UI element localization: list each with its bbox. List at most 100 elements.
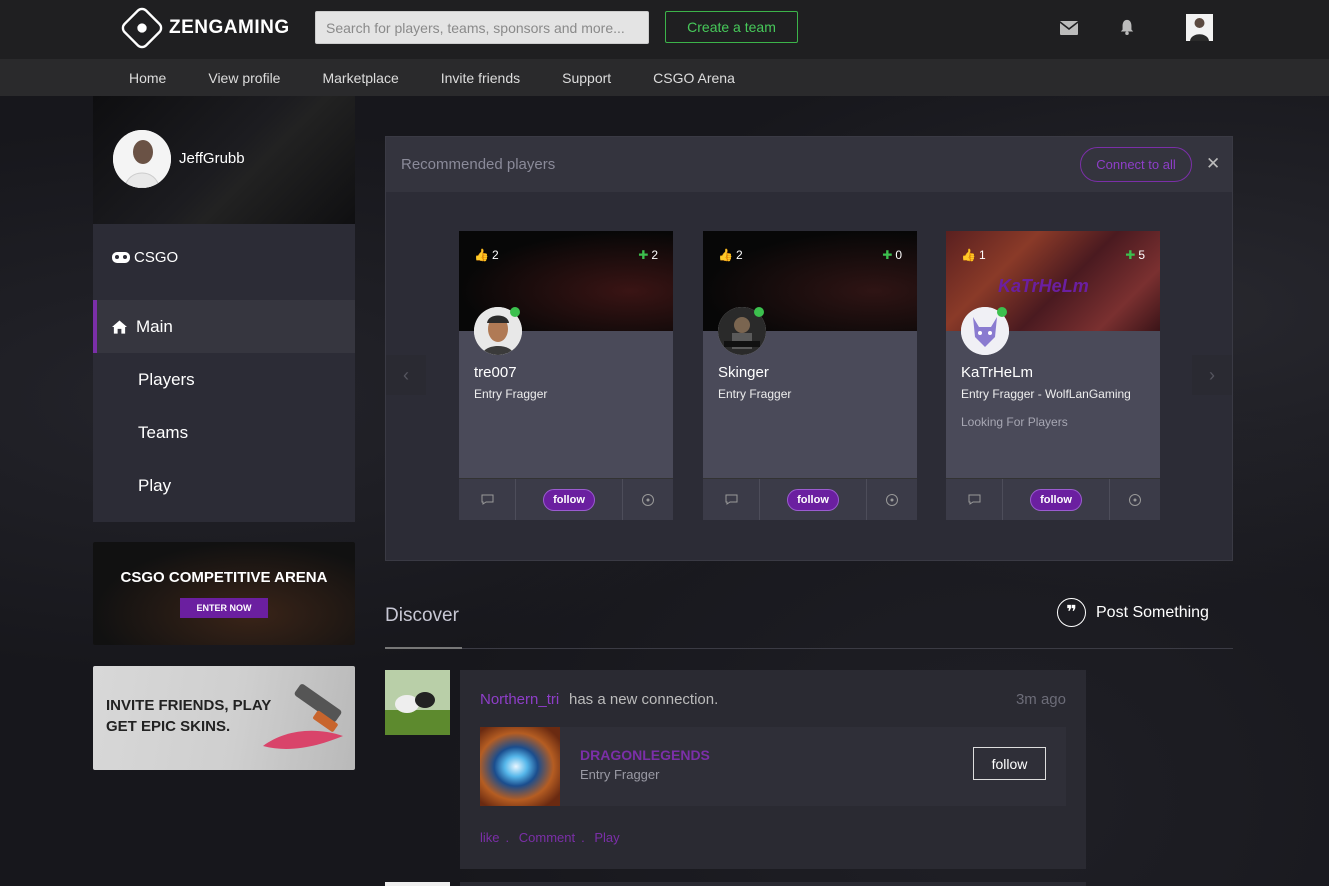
crosshair-icon — [886, 493, 898, 506]
post-something-button[interactable]: ❞ Post Something — [1057, 598, 1209, 627]
crosshair-icon — [642, 493, 654, 506]
knife-skin-image — [263, 684, 343, 749]
feed-username-link[interactable]: Northern_tri — [480, 691, 559, 708]
online-status-dot — [997, 307, 1007, 317]
feed-actions: like. Comment. Play — [480, 830, 620, 845]
player-card[interactable]: 👍 2 ✚ 2 tre007 Entry Fragger follow — [459, 231, 673, 520]
plus-count: ✚ 0 — [882, 248, 902, 262]
top-bar: ZENGAMING Create a team — [0, 0, 1329, 59]
enter-now-button[interactable]: ENTER NOW — [180, 598, 268, 618]
player-name[interactable]: Skinger — [718, 364, 769, 381]
carousel-next-button[interactable]: › — [1192, 355, 1232, 395]
plus-icon: ✚ — [1125, 248, 1136, 262]
feed-timestamp: 3m ago — [1015, 691, 1066, 708]
sidebar-menu: Main Players Teams Play — [93, 290, 355, 522]
game-selector[interactable]: CSGO — [93, 224, 355, 290]
player-role: Entry Fragger — [718, 387, 792, 401]
user-avatar[interactable] — [1186, 14, 1213, 41]
recommended-title: Recommended players — [401, 156, 556, 173]
csgo-arena-banner[interactable]: CSGO COMPETITIVE ARENA ENTER NOW — [93, 542, 355, 645]
follow-button[interactable]: follow — [543, 488, 595, 511]
feed-post: Northern_tri has a new connection. 3m ag… — [460, 670, 1086, 869]
player-actions: follow — [946, 478, 1160, 520]
connection-name-link[interactable]: DRAGONLEGENDS — [580, 747, 710, 763]
create-team-button[interactable]: Create a team — [665, 11, 798, 43]
message-button[interactable] — [946, 479, 1003, 520]
search-input[interactable] — [315, 11, 649, 44]
likes-count: 👍 2 — [718, 248, 743, 262]
player-name[interactable]: KaTrHeLm — [961, 364, 1033, 381]
profile-name[interactable]: JeffGrubb — [179, 150, 245, 167]
recommended-players-panel: Recommended players Connect to all ✕ ‹ ›… — [385, 136, 1233, 561]
player-status: Looking For Players — [961, 415, 1068, 429]
connection-follow-button[interactable]: follow — [973, 747, 1046, 780]
connection-avatar[interactable] — [480, 727, 560, 806]
invite-friends-banner[interactable]: INVITE FRIENDS, PLAY GET EPIC SKINS. — [93, 666, 355, 770]
thumbs-up-icon: 👍 — [961, 248, 976, 262]
chevron-left-icon: ‹ — [403, 364, 409, 385]
message-button[interactable] — [703, 479, 760, 520]
player-name[interactable]: tre007 — [474, 364, 517, 381]
chevron-right-icon: › — [1209, 364, 1215, 385]
nav-invite-friends[interactable]: Invite friends — [420, 70, 541, 86]
sidebar-item-teams[interactable]: Teams — [93, 406, 355, 459]
plus-icon: ✚ — [638, 248, 649, 262]
play-link[interactable]: Play — [594, 830, 619, 845]
close-icon[interactable]: ✕ — [1206, 154, 1220, 174]
connect-to-all-button[interactable]: Connect to all — [1080, 147, 1192, 182]
online-status-dot — [754, 307, 764, 317]
player-role: Entry Fragger - WolfLanGaming — [961, 387, 1131, 401]
challenge-button[interactable] — [867, 479, 917, 520]
feed-message: has a new connection. — [569, 691, 719, 708]
thumbs-up-icon: 👍 — [718, 248, 733, 262]
mail-icon[interactable] — [1060, 20, 1078, 36]
carousel-prev-button[interactable]: ‹ — [386, 355, 426, 395]
bell-icon[interactable] — [1118, 19, 1136, 35]
challenge-button[interactable] — [623, 479, 673, 520]
likes-count: 👍 2 — [474, 248, 499, 262]
follow-button[interactable]: follow — [787, 488, 839, 511]
brand-logo[interactable]: ZENGAMING — [118, 4, 290, 52]
player-card[interactable]: 👍 1 ✚ 5 KaTrHeLm KaTrHeLm Entry Fragger - … — [946, 231, 1160, 520]
sidebar-item-main[interactable]: Main — [93, 300, 355, 353]
nav-marketplace[interactable]: Marketplace — [301, 70, 419, 86]
discover-tab-indicator — [385, 647, 462, 649]
discover-title: Discover — [385, 605, 459, 626]
sidebar-item-players[interactable]: Players — [93, 353, 355, 406]
profile-card: JeffGrubb — [93, 96, 355, 224]
like-link[interactable]: like — [480, 830, 500, 845]
comment-link[interactable]: Comment — [519, 830, 575, 845]
main-nav: Home View profile Marketplace Invite fri… — [0, 59, 1329, 96]
discover-divider — [385, 648, 1233, 649]
chat-icon — [725, 494, 737, 505]
player-actions: follow — [703, 478, 917, 520]
nav-csgo-arena[interactable]: CSGO Arena — [632, 70, 756, 86]
plus-icon: ✚ — [882, 248, 893, 262]
game-name: CSGO — [134, 248, 179, 266]
player-role: Entry Fragger — [474, 387, 548, 401]
logo-icon — [118, 4, 166, 52]
next-feed-post — [460, 882, 1086, 886]
arena-banner-title: CSGO COMPETITIVE ARENA — [120, 569, 328, 586]
player-actions: follow — [459, 478, 673, 520]
online-status-dot — [510, 307, 520, 317]
challenge-button[interactable] — [1110, 479, 1160, 520]
nav-view-profile[interactable]: View profile — [187, 70, 301, 86]
quote-icon: ❞ — [1057, 598, 1086, 627]
home-icon — [112, 319, 127, 334]
sidebar-item-play[interactable]: Play — [93, 459, 355, 512]
player-card[interactable]: 👍 2 ✚ 0 Skinger Entry Fragger follow — [703, 231, 917, 520]
gamepad-icon — [112, 251, 130, 263]
nav-home[interactable]: Home — [108, 70, 187, 86]
feed-user-avatar[interactable] — [385, 670, 450, 735]
plus-count: ✚ 2 — [638, 248, 658, 262]
chat-icon — [481, 494, 493, 505]
brand-name: ZENGAMING — [169, 17, 290, 38]
profile-avatar[interactable] — [113, 130, 171, 188]
likes-count: 👍 1 — [961, 248, 986, 262]
crosshair-icon — [1129, 493, 1141, 506]
plus-count: ✚ 5 — [1125, 248, 1145, 262]
message-button[interactable] — [459, 479, 516, 520]
nav-support[interactable]: Support — [541, 70, 632, 86]
follow-button[interactable]: follow — [1030, 488, 1082, 511]
